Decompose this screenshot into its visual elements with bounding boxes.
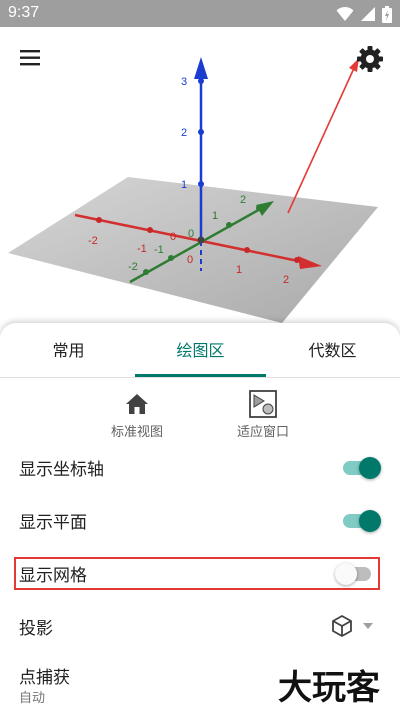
y-tick bbox=[168, 255, 174, 261]
x-tick bbox=[147, 227, 153, 233]
show-axes-toggle[interactable] bbox=[341, 457, 381, 479]
z-tick bbox=[198, 129, 204, 135]
graphics-svg: 3 2 1 -2 -1 0 1 2 -2 -1 0 1 2 0 bbox=[8, 57, 378, 323]
x-label: -1 bbox=[137, 243, 147, 255]
status-icons bbox=[336, 5, 392, 23]
fit-window-label: 适应窗口 bbox=[236, 425, 289, 440]
menu-icon bbox=[20, 50, 40, 66]
annotation-arrow bbox=[287, 65, 356, 214]
z-tick bbox=[198, 78, 204, 84]
standard-view-label: 标准视图 bbox=[110, 425, 163, 440]
gear-icon bbox=[357, 46, 383, 72]
status-time: 9:37 bbox=[8, 4, 40, 21]
watermark-text: 大玩客 bbox=[278, 668, 380, 707]
z-label: 3 bbox=[181, 76, 187, 88]
point-capture-label: 点捕获 bbox=[19, 668, 70, 688]
projection-row[interactable]: 投影 bbox=[0, 606, 400, 646]
tab-algebra[interactable]: 代数区 bbox=[266, 323, 399, 378]
settings-button[interactable] bbox=[354, 43, 386, 75]
x-label: 1 bbox=[236, 264, 242, 276]
show-axes-row[interactable]: 显示坐标轴 bbox=[0, 447, 400, 487]
standard-view-button[interactable]: 标准视图 bbox=[92, 389, 182, 440]
y-label: -2 bbox=[128, 261, 138, 273]
y-label: -1 bbox=[154, 244, 164, 256]
x-tick bbox=[244, 247, 250, 253]
y-label: 2 bbox=[240, 194, 246, 206]
menu-button[interactable] bbox=[18, 47, 44, 69]
watermark-logo: 大玩客 bbox=[278, 668, 380, 707]
z-axis-arrow bbox=[194, 57, 208, 79]
show-axes-label: 显示坐标轴 bbox=[19, 460, 104, 480]
origin-label: 0 bbox=[170, 231, 176, 243]
show-plane-row[interactable]: 显示平面 bbox=[0, 500, 400, 540]
xoy-plane bbox=[8, 177, 378, 323]
z-tick bbox=[198, 181, 204, 187]
z-label: 1 bbox=[181, 179, 187, 191]
show-grid-row[interactable]: 显示网格 bbox=[0, 553, 400, 593]
signal-icon bbox=[361, 7, 375, 21]
show-plane-label: 显示平面 bbox=[19, 513, 87, 533]
x-label: 0 bbox=[187, 254, 193, 266]
active-tab-indicator bbox=[135, 374, 266, 377]
y-tick bbox=[256, 205, 262, 211]
chevron-down-icon[interactable] bbox=[362, 622, 374, 630]
x-label: -2 bbox=[88, 235, 98, 247]
toggle-knob bbox=[359, 510, 381, 532]
x-label: 2 bbox=[283, 274, 289, 286]
zoom-to-fit-icon bbox=[249, 390, 277, 418]
wifi-icon bbox=[336, 6, 354, 21]
point-capture-value: 自动 bbox=[19, 691, 46, 706]
toggle-knob bbox=[359, 457, 381, 479]
show-grid-toggle[interactable] bbox=[335, 563, 375, 585]
x-tick bbox=[294, 257, 300, 263]
y-tick bbox=[226, 222, 232, 228]
y-label: 0 bbox=[188, 228, 194, 240]
home-icon bbox=[126, 394, 148, 414]
fit-window-button[interactable]: 适应窗口 bbox=[218, 389, 308, 440]
show-grid-label: 显示网格 bbox=[19, 566, 87, 586]
y-label: 1 bbox=[212, 210, 218, 222]
z-label: 2 bbox=[181, 127, 187, 139]
tab-general[interactable]: 常用 bbox=[2, 323, 135, 378]
y-tick bbox=[143, 269, 149, 275]
projection-label: 投影 bbox=[19, 619, 53, 639]
status-bar: 9:37 bbox=[0, 0, 400, 27]
toggle-knob bbox=[335, 563, 357, 585]
tab-graphics[interactable]: 绘图区 bbox=[134, 323, 267, 378]
tab-bar: 常用 绘图区 代数区 bbox=[0, 323, 400, 378]
x-tick bbox=[96, 217, 102, 223]
graphics-view-3d[interactable]: 3 2 1 -2 -1 0 1 2 -2 -1 0 1 2 0 bbox=[0, 27, 400, 323]
origin-point bbox=[197, 236, 205, 244]
show-plane-toggle[interactable] bbox=[341, 510, 381, 532]
cube-icon bbox=[332, 615, 352, 637]
battery-icon bbox=[382, 5, 392, 23]
